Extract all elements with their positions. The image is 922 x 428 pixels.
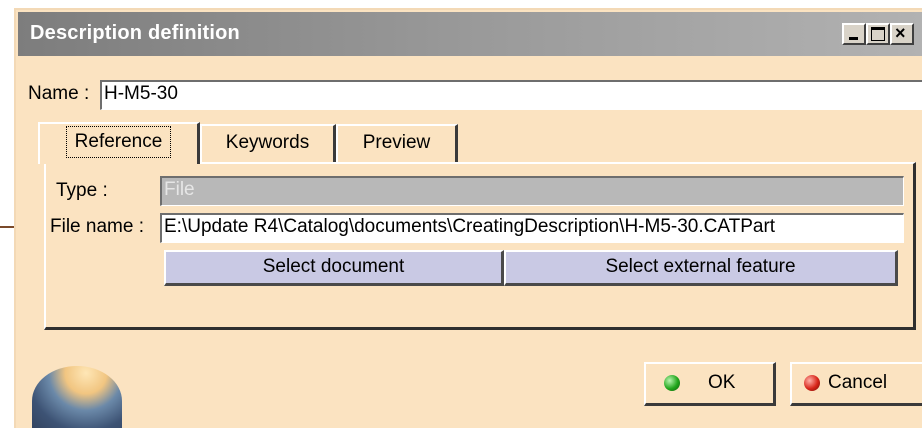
cancel-label: Cancel bbox=[828, 372, 888, 393]
close-button[interactable]: × bbox=[890, 23, 914, 45]
select-document-button[interactable]: Select document bbox=[164, 250, 504, 286]
description-definition-dialog: Description definition × Name : H-M5-30 … bbox=[14, 8, 922, 428]
ok-label: OK bbox=[708, 372, 736, 393]
cancel-red-dot-icon bbox=[804, 375, 820, 391]
name-input[interactable]: H-M5-30 bbox=[100, 80, 922, 110]
close-icon: × bbox=[895, 23, 906, 43]
tab-preview-label: Preview bbox=[362, 132, 431, 153]
minimize-button[interactable] bbox=[842, 23, 866, 45]
name-label: Name : bbox=[28, 83, 90, 104]
tab-reference[interactable]: Reference bbox=[38, 122, 200, 164]
tab-preview[interactable]: Preview bbox=[336, 124, 458, 162]
ok-green-dot-icon bbox=[664, 375, 680, 391]
window-title: Description definition bbox=[30, 22, 240, 44]
ok-button[interactable]: OK bbox=[644, 362, 776, 406]
type-label: Type : bbox=[56, 180, 108, 201]
tab-reference-label: Reference bbox=[65, 126, 172, 158]
maximize-button[interactable] bbox=[866, 23, 890, 45]
title-bar[interactable]: Description definition × bbox=[18, 12, 922, 56]
select-external-feature-button[interactable]: Select external feature bbox=[504, 250, 898, 286]
cancel-button[interactable]: Cancel bbox=[790, 362, 922, 406]
tab-keywords[interactable]: Keywords bbox=[200, 124, 336, 162]
filename-label: File name : bbox=[50, 216, 144, 237]
tab-keywords-label: Keywords bbox=[225, 132, 310, 153]
catia-logo-decoration bbox=[32, 366, 122, 428]
type-field: File bbox=[160, 176, 904, 206]
filename-input[interactable]: E:\Update R4\Catalog\documents\CreatingD… bbox=[160, 213, 904, 243]
